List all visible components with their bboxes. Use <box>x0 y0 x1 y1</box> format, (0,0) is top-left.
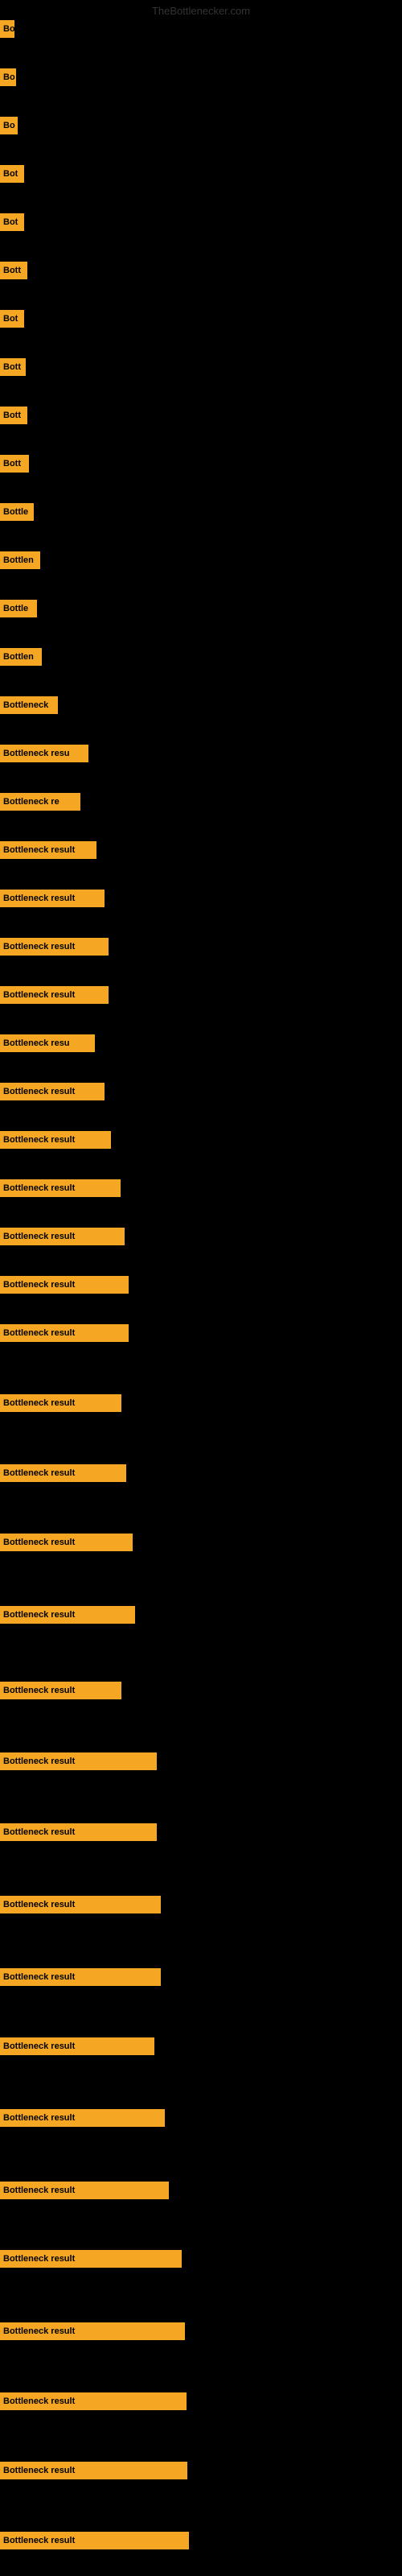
bar-item: Bottleneck resu <box>0 1034 95 1056</box>
bar-item: Bottleneck result <box>0 2250 182 2272</box>
bar-item: Bottle <box>0 503 34 525</box>
bar-item: Bot <box>0 310 24 332</box>
bar-item: Bottleneck result <box>0 2392 187 2414</box>
bar-item: Bott <box>0 358 26 380</box>
bar-item: Bott <box>0 407 27 428</box>
bar-item: Bottleneck result <box>0 1083 105 1104</box>
bar-item: Bott <box>0 262 27 283</box>
bar-item: Bottleneck result <box>0 1276 129 1298</box>
bar-item: Bottleneck result <box>0 1394 121 1416</box>
bar-item: Bottleneck <box>0 696 58 718</box>
bar-item: Bottlen <box>0 648 42 670</box>
bar-item: Bottleneck result <box>0 1131 111 1153</box>
bar-item: Bottleneck result <box>0 2182 169 2203</box>
bar-item: Bottleneck result <box>0 1752 157 1774</box>
bar-item: Bo <box>0 20 14 42</box>
bar-item: Bottleneck re <box>0 793 80 815</box>
bar-item: Bott <box>0 455 29 477</box>
bar-item: Bottleneck result <box>0 1896 161 1918</box>
bar-item: Bo <box>0 117 18 138</box>
bar-item: Bottleneck result <box>0 1682 121 1703</box>
bar-item: Bottleneck result <box>0 1606 135 1628</box>
bar-item: Bottleneck result <box>0 890 105 911</box>
bar-item: Bo <box>0 68 16 90</box>
bar-item: Bottlen <box>0 551 40 573</box>
bar-item: Bottleneck result <box>0 1228 125 1249</box>
bar-item: Bottle <box>0 600 37 621</box>
bar-item: Bottleneck result <box>0 1968 161 1990</box>
site-title: TheBottlenecker.com <box>152 5 250 17</box>
bar-item: Bottleneck result <box>0 1823 157 1845</box>
bar-item: Bottleneck result <box>0 2462 187 2483</box>
bar-item: Bot <box>0 165 24 187</box>
bar-item: Bottleneck result <box>0 2322 185 2344</box>
bar-item: Bottleneck result <box>0 1324 129 1346</box>
bar-item: Bottleneck result <box>0 1179 121 1201</box>
bar-item: Bottleneck result <box>0 1464 126 1486</box>
bar-item: Bottleneck result <box>0 2037 154 2059</box>
bar-item: Bot <box>0 213 24 235</box>
bar-item: Bottleneck result <box>0 2532 189 2553</box>
bar-item: Bottleneck result <box>0 938 109 960</box>
bar-item: Bottleneck resu <box>0 745 88 766</box>
bar-item: Bottleneck result <box>0 2109 165 2131</box>
bar-item: Bottleneck result <box>0 841 96 863</box>
bar-item: Bottleneck result <box>0 986 109 1008</box>
bar-item: Bottleneck result <box>0 1534 133 1555</box>
